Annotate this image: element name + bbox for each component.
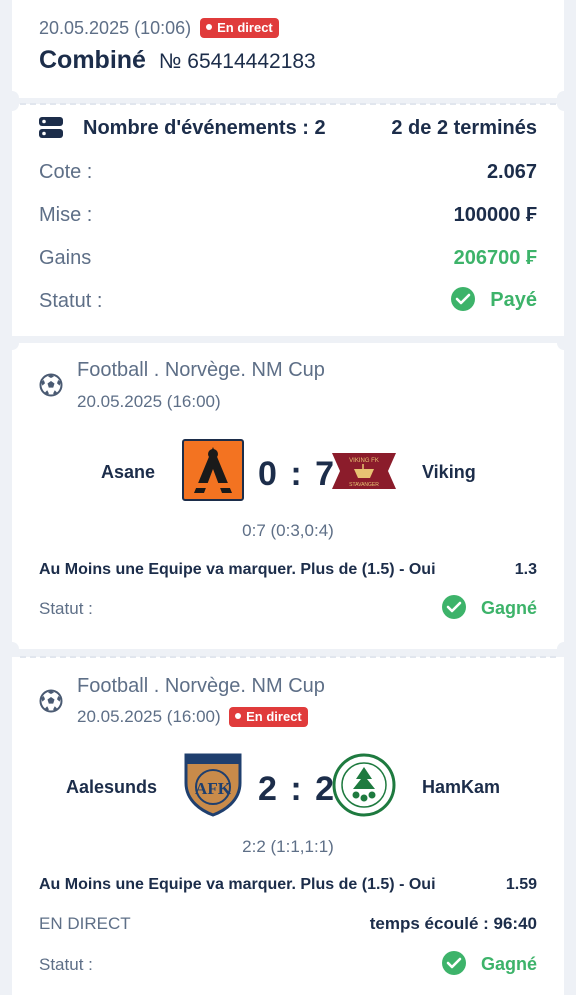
elapsed-time: temps écoulé : 96:40 <box>369 914 537 933</box>
aalesunds-logo-text: AFK <box>195 779 232 798</box>
bet-summary-card: Nombre d'événements : 2 2 de 2 terminés … <box>5 97 571 336</box>
football-icon <box>39 689 63 713</box>
statut-status: Payé <box>450 287 537 312</box>
away-team: Viking <box>422 462 476 482</box>
bet-selection: Au Moins une Equipe va marquer. Plus de … <box>39 561 436 578</box>
ticket-notch <box>5 642 19 656</box>
mise-label: Mise : <box>39 204 93 226</box>
bet-selection: Au Moins une Equipe va marquer. Plus de … <box>39 876 436 893</box>
ticket-notch <box>5 97 19 111</box>
ticket-notch <box>557 97 571 111</box>
event-statut-status: Gagné <box>441 595 537 619</box>
live-badge-label: En direct <box>246 709 302 724</box>
event-date: 20.05.2025 (16:00) <box>77 392 221 411</box>
away-team: HamKam <box>422 777 501 797</box>
event-subscore: 0:7 (0:3,0:4) <box>242 521 334 540</box>
bet-datetime: 20.05.2025 (10:06) <box>39 18 192 38</box>
finished-count: 2 de 2 terminés <box>391 117 537 139</box>
statut-value: Payé <box>490 289 537 311</box>
gains-value: 206700 ₣ <box>453 247 537 269</box>
event-date: 20.05.2025 (16:00) <box>77 707 221 726</box>
home-team: Aalesunds <box>66 777 158 797</box>
ticket-notch <box>557 336 571 350</box>
mise-value: 100000 ₣ <box>453 204 537 226</box>
home-team: Asane <box>101 462 156 482</box>
statut-label: Statut : <box>39 290 103 312</box>
events-list-icon <box>39 117 63 138</box>
event-statut-label: Statut : <box>39 599 93 618</box>
cote-value: 2.067 <box>486 161 537 183</box>
ticket-notch <box>5 336 19 350</box>
bet-header-card: 20.05.2025 (10:06) En direct Combiné № 6… <box>5 0 571 105</box>
live-dot-icon <box>235 713 242 719</box>
event-card: Football . Norvège. NM Cup 20.05.2025 (1… <box>12 656 564 995</box>
check-icon <box>450 287 475 311</box>
live-dot-icon <box>206 24 213 30</box>
bet-number: № 65414442183 <box>158 50 316 73</box>
live-label: EN DIRECT <box>39 914 131 933</box>
bet-odd: 1.3 <box>514 561 537 578</box>
divider <box>20 103 556 105</box>
event-title: Football . Norvège. NM Cup <box>77 359 325 381</box>
check-icon <box>441 951 466 975</box>
event-statut-status: Gagné <box>441 951 537 975</box>
viking-logo: VIKING FK STAVANGER <box>332 453 396 489</box>
event-score: 2 : 2 <box>258 770 337 808</box>
hamkam-logo <box>332 753 396 817</box>
event-score: 0 : 7 <box>258 455 337 493</box>
football-icon <box>39 373 63 397</box>
bet-odd: 1.59 <box>505 876 537 893</box>
viking-logo-text-bottom: STAVANGER <box>349 482 379 488</box>
check-icon <box>441 595 466 619</box>
event-statut-value: Gagné <box>480 598 537 618</box>
gains-label: Gains <box>39 247 92 269</box>
live-badge-label: En direct <box>217 20 273 35</box>
ticket-notch <box>557 642 571 656</box>
asane-logo <box>182 439 244 501</box>
event-statut-label: Statut : <box>39 955 93 974</box>
live-badge: En direct <box>229 707 308 727</box>
aalesunds-logo: AFK <box>184 753 242 817</box>
bet-type: Combiné <box>39 46 146 74</box>
event-card: Football . Norvège. NM Cup 20.05.2025 (1… <box>5 336 571 656</box>
divider <box>20 656 556 658</box>
event-statut-value: Gagné <box>480 954 537 974</box>
cote-label: Cote : <box>39 161 93 183</box>
viking-logo-text-top: VIKING FK <box>349 458 379 464</box>
live-badge: En direct <box>200 18 279 38</box>
event-subscore: 2:2 (1:1,1:1) <box>242 837 334 856</box>
events-count: Nombre d'événements : 2 <box>83 117 326 139</box>
event-title: Football . Norvège. NM Cup <box>77 675 325 697</box>
